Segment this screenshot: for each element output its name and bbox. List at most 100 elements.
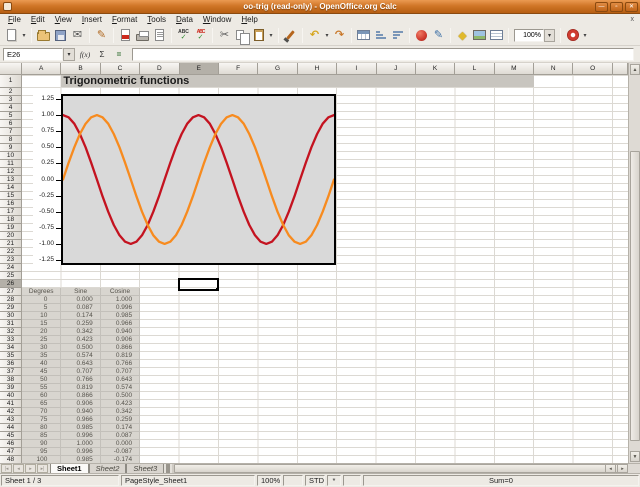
auto-spellcheck-button[interactable]: ABC✓ (192, 26, 209, 44)
row-header-42[interactable]: 42 (0, 408, 22, 416)
open-button[interactable] (35, 26, 52, 44)
cell-degrees[interactable]: 70 (22, 408, 61, 416)
cell-degrees[interactable]: 95 (22, 448, 61, 456)
column-header-partial[interactable] (613, 63, 628, 75)
row-header-27[interactable]: 27 (0, 288, 22, 296)
row-header-6[interactable]: 6 (0, 120, 22, 128)
row-header-31[interactable]: 31 (0, 320, 22, 328)
sheet-tab-sheet3[interactable]: Sheet3 (126, 464, 164, 474)
row-header-22[interactable]: 22 (0, 248, 22, 256)
tab-nav-first-icon[interactable]: |◂ (1, 464, 12, 473)
column-header-B[interactable]: B (61, 63, 100, 75)
cell-cosine[interactable]: -0.087 (101, 448, 140, 456)
cell-cosine[interactable]: 0.766 (101, 360, 140, 368)
cell-sine[interactable]: 0.906 (61, 400, 100, 408)
paste-dropdown-button[interactable]: ▾ (267, 26, 275, 44)
sheet-tab-sheet1[interactable]: Sheet1 (50, 464, 89, 474)
row-header-48[interactable]: 48 (0, 456, 22, 463)
column-header-K[interactable]: K (416, 63, 455, 75)
row-header-32[interactable]: 32 (0, 328, 22, 336)
function-wizard-button[interactable]: f(x) (78, 48, 92, 61)
column-header-F[interactable]: F (219, 63, 258, 75)
row-header-4[interactable]: 4 (0, 104, 22, 112)
row-header-45[interactable]: 45 (0, 432, 22, 440)
cell-sine[interactable]: 0.940 (61, 408, 100, 416)
cell-sine[interactable]: 0.866 (61, 392, 100, 400)
print-button[interactable] (134, 26, 151, 44)
sort-ascending-button[interactable] (372, 26, 389, 44)
column-header-D[interactable]: D (140, 63, 179, 75)
row-header-29[interactable]: 29 (0, 304, 22, 312)
row-header-38[interactable]: 38 (0, 376, 22, 384)
toolbar-overflow-button[interactable]: ▾ (581, 26, 589, 44)
row-header-20[interactable]: 20 (0, 232, 22, 240)
cell-cosine[interactable]: 0.966 (101, 320, 140, 328)
row-header-24[interactable]: 24 (0, 264, 22, 272)
find-replace-button[interactable] (413, 26, 430, 44)
row-header-39[interactable]: 39 (0, 384, 22, 392)
row-header-25[interactable]: 25 (0, 272, 22, 280)
cell-sine[interactable]: 0.966 (61, 416, 100, 424)
new-dropdown-button[interactable]: ▾ (20, 26, 28, 44)
tab-scroll-splitter[interactable] (166, 464, 170, 473)
cell-degrees[interactable]: 65 (22, 400, 61, 408)
row-header-7[interactable]: 7 (0, 128, 22, 136)
cell-cosine[interactable]: 0.707 (101, 368, 140, 376)
cell-sine[interactable]: 0.996 (61, 432, 100, 440)
document-close-icon[interactable]: x (631, 14, 635, 25)
scroll-right-icon[interactable]: ▸ (617, 464, 628, 473)
scroll-down-icon[interactable]: ▼ (630, 451, 640, 462)
status-selection-mode[interactable]: STD (305, 475, 325, 486)
column-header-H[interactable]: H (298, 63, 337, 75)
cell-degrees[interactable]: 30 (22, 344, 61, 352)
menu-help[interactable]: Help (236, 14, 262, 25)
tab-nav-next-icon[interactable]: ▸ (25, 464, 36, 473)
row-header-3[interactable]: 3 (0, 96, 22, 104)
row-header-35[interactable]: 35 (0, 352, 22, 360)
cell-sine[interactable]: 0.574 (61, 352, 100, 360)
cell-degrees[interactable]: 20 (22, 328, 61, 336)
cell-degrees[interactable]: 40 (22, 360, 61, 368)
row-header-18[interactable]: 18 (0, 216, 22, 224)
cell-sine[interactable]: 0.174 (61, 312, 100, 320)
zoom-dropdown-icon[interactable]: ▾ (544, 29, 555, 42)
sheet-tab-sheet2[interactable]: Sheet2 (89, 464, 127, 474)
column-header-I[interactable]: I (337, 63, 376, 75)
trig-chart-object[interactable]: 1.251.000.750.500.250.00-0.25-0.50-0.75-… (33, 94, 336, 265)
sum-button[interactable]: Σ (95, 48, 109, 61)
fill-handle[interactable] (216, 288, 219, 291)
cell-degrees[interactable]: 90 (22, 440, 61, 448)
cell-degrees[interactable]: 45 (22, 368, 61, 376)
cut-button[interactable]: ✂ (216, 26, 233, 44)
close-button[interactable]: ✕ (625, 2, 638, 12)
row-header-21[interactable]: 21 (0, 240, 22, 248)
new-document-button[interactable] (3, 26, 20, 44)
cell-degrees[interactable]: 60 (22, 392, 61, 400)
cell-sine[interactable]: 0.985 (61, 456, 100, 463)
undo-dropdown-button[interactable]: ▾ (323, 26, 331, 44)
help-button[interactable] (564, 26, 581, 44)
cell-cosine[interactable]: 0.000 (101, 440, 140, 448)
row-header-30[interactable]: 30 (0, 312, 22, 320)
zoom-value[interactable]: 100% (514, 29, 544, 42)
spellcheck-button[interactable]: ABC✓ (175, 26, 192, 44)
menu-edit[interactable]: Edit (26, 14, 50, 25)
status-zoom[interactable]: 100% (257, 475, 281, 486)
row-header-19[interactable]: 19 (0, 224, 22, 232)
trig-data-table[interactable]: DegreesSineCosine00.0001.00050.0870.9961… (22, 288, 141, 463)
row-header-44[interactable]: 44 (0, 424, 22, 432)
cell-cosine[interactable]: 0.819 (101, 352, 140, 360)
cell-sine[interactable]: 0.500 (61, 344, 100, 352)
cell-cosine[interactable]: 0.866 (101, 344, 140, 352)
row-header-5[interactable]: 5 (0, 112, 22, 120)
row-header-2[interactable]: 2 (0, 88, 22, 96)
copy-button[interactable] (233, 26, 250, 44)
row-header-16[interactable]: 16 (0, 200, 22, 208)
cell-sine[interactable]: 1.000 (61, 440, 100, 448)
cell-sine[interactable]: 0.000 (61, 296, 100, 304)
cell-degrees[interactable]: 85 (22, 432, 61, 440)
column-header-O[interactable]: O (573, 63, 612, 75)
name-box-dropdown-icon[interactable]: ▾ (63, 48, 75, 61)
row-header-43[interactable]: 43 (0, 416, 22, 424)
cell-cosine[interactable]: 0.342 (101, 408, 140, 416)
